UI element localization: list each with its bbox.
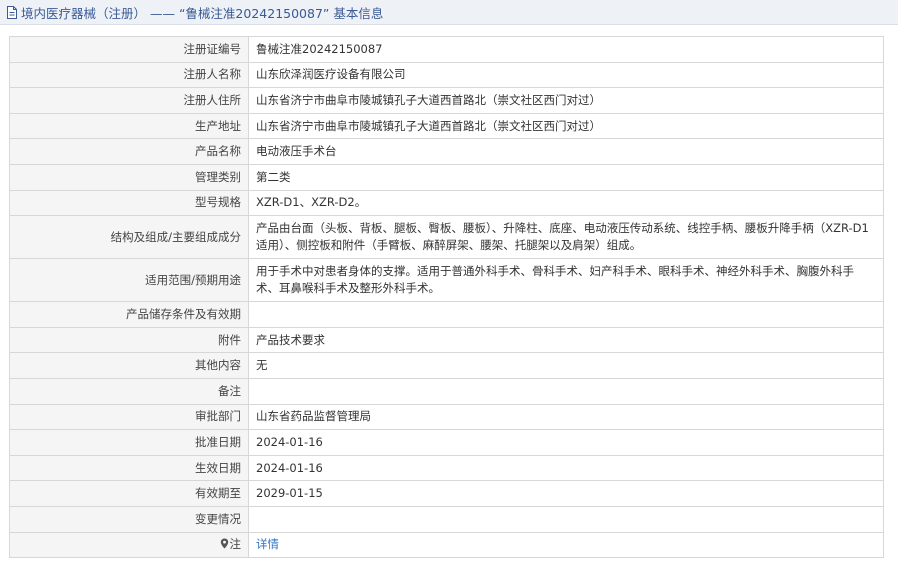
row-label: 管理类别 — [9, 163, 249, 191]
row-value — [248, 301, 884, 328]
table-row: 审批部门 山东省药品监督管理局 — [9, 403, 884, 431]
table-row: 注册证编号 鲁械注准20242150087 — [9, 36, 884, 63]
document-icon — [7, 5, 17, 19]
table-row: 批准日期 2024-01-16 — [9, 429, 884, 456]
table-row: 结构及组成/主要组成成分 产品由台面（头板、背板、腿板、臀板、腰板）、升降柱、底座… — [9, 215, 884, 260]
table-row: 注册人名称 山东欣泽润医疗设备有限公司 — [9, 61, 884, 89]
row-value: 2024-01-16 — [248, 429, 884, 456]
row-label: 结构及组成/主要组成成分 — [9, 215, 249, 260]
note-row: 注 详情 — [9, 531, 884, 559]
row-value: 电动液压手术台 — [248, 138, 884, 165]
table-row: 型号规格 XZR-D1、XZR-D2。 — [9, 189, 884, 217]
row-label: 审批部门 — [9, 403, 249, 431]
table-row: 管理类别 第二类 — [9, 163, 884, 191]
row-value: 产品技术要求 — [248, 326, 884, 354]
row-label: 注册人住所 — [9, 87, 249, 114]
row-label: 附件 — [9, 326, 249, 354]
row-label: 变更情况 — [9, 505, 249, 533]
table-row: 生产地址 山东省济宁市曲阜市陵城镇孔子大道西首路北（崇文社区西门对过） — [9, 112, 884, 140]
row-value — [248, 377, 884, 405]
page-title: 境内医疗器械（注册） —— “鲁械注准20242150087” 基本信息 — [21, 5, 384, 21]
table-row: 其他内容无 — [9, 352, 884, 379]
row-label: 生效日期 — [9, 454, 249, 482]
table-row: 变更情况 — [9, 505, 884, 533]
table-row: 适用范围/预期用途 用于手术中对患者身体的支撑。适用于普通外科手术、骨科手术、妇产… — [9, 258, 884, 303]
row-value: 山东省济宁市曲阜市陵城镇孔子大道西首路北（崇文社区西门对过） — [248, 112, 884, 140]
row-label: 批准日期 — [9, 429, 249, 456]
row-value: 无 — [248, 352, 884, 379]
note-label-cell: 注 — [9, 531, 249, 559]
row-value: 鲁械注准20242150087 — [248, 36, 884, 63]
table-row: 有效期至 2029-01-15 — [9, 480, 884, 507]
table-row: 产品储存条件及有效期 — [9, 301, 884, 328]
table-row: 注册人住所 山东省济宁市曲阜市陵城镇孔子大道西首路北（崇文社区西门对过） — [9, 87, 884, 114]
row-label: 型号规格 — [9, 189, 249, 217]
table-row: 备注 — [9, 377, 884, 405]
row-value: 2029-01-15 — [248, 480, 884, 507]
row-label: 注册人名称 — [9, 61, 249, 89]
row-label: 生产地址 — [9, 112, 249, 140]
row-label: 产品名称 — [9, 138, 249, 165]
row-label: 其他内容 — [9, 352, 249, 379]
note-label: 注 — [229, 537, 242, 552]
row-value: 山东省药品监督管理局 — [248, 403, 884, 431]
page-header: 境内医疗器械（注册） —— “鲁械注准20242150087” 基本信息 — [0, 0, 898, 25]
row-label: 产品储存条件及有效期 — [9, 301, 249, 328]
table-row: 附件 产品技术要求 — [9, 326, 884, 354]
row-value: 2024-01-16 — [248, 454, 884, 482]
row-value: 第二类 — [248, 163, 884, 191]
row-label: 有效期至 — [9, 480, 249, 507]
row-value: 山东欣泽润医疗设备有限公司 — [248, 61, 884, 89]
table-row: 产品名称 电动液压手术台 — [9, 138, 884, 165]
row-value: XZR-D1、XZR-D2。 — [248, 189, 884, 217]
row-value: 山东省济宁市曲阜市陵城镇孔子大道西首路北（崇文社区西门对过） — [248, 87, 884, 114]
info-table: 注册证编号 鲁械注准20242150087 注册人名称 山东欣泽润医疗设备有限公司 … — [9, 36, 884, 559]
row-label: 适用范围/预期用途 — [9, 258, 249, 303]
row-value — [248, 505, 884, 533]
row-value: 产品由台面（头板、背板、腿板、臀板、腰板）、升降柱、底座、电动液压传动系统、线控… — [248, 215, 884, 260]
table-row: 生效日期 2024-01-16 — [9, 454, 884, 482]
details-link[interactable]: 详情 — [256, 537, 279, 551]
pin-icon — [220, 538, 228, 549]
row-label: 注册证编号 — [9, 36, 249, 63]
row-label: 备注 — [9, 377, 249, 405]
note-value-cell: 详情 — [248, 531, 884, 559]
row-value: 用于手术中对患者身体的支撑。适用于普通外科手术、骨科手术、妇产科手术、眼科手术、… — [248, 258, 884, 303]
